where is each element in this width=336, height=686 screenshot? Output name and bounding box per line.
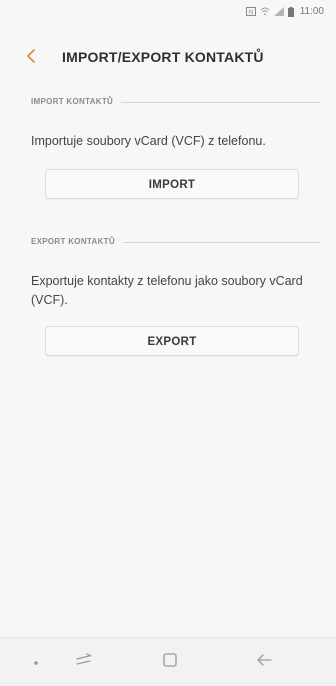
export-button[interactable]: EXPORT [45,326,299,356]
wifi-icon [260,7,270,16]
page-title: IMPORT/EXPORT KONTAKTŮ [62,49,264,65]
signal-icon [273,7,284,16]
import-description: Importuje soubory vCard (VCF) z telefonu… [31,134,266,148]
import-button[interactable]: IMPORT [45,169,299,199]
back-button[interactable] [22,46,42,66]
nfc-icon: N [245,7,256,16]
import-section-heading: IMPORT KONTAKTŮ [31,96,122,108]
status-icons: N 11:00 [245,6,324,17]
svg-text:N: N [249,10,253,16]
navigation-bar [0,637,336,686]
home-button[interactable] [158,650,182,674]
battery-icon [287,6,294,17]
status-bar: N 11:00 [0,0,336,28]
system-back-button[interactable] [252,650,276,674]
recent-apps-button[interactable] [72,650,96,674]
import-section: IMPORT KONTAKTŮ Importuje soubory vCard … [0,96,336,199]
home-icon [162,652,178,673]
export-description: Exportuje kontakty z telefonu jako soubo… [31,274,303,307]
export-section-heading: EXPORT KONTAKTŮ [31,236,123,248]
back-arrow-icon [255,652,273,673]
status-time: 11:00 [299,6,324,17]
nav-dot-button[interactable] [24,650,48,674]
import-section-header: IMPORT KONTAKTŮ [31,96,320,110]
export-section-header: EXPORT KONTAKTŮ [31,236,320,250]
recent-apps-icon [74,652,94,673]
dot-icon [33,653,39,671]
screen: N 11:00 IMPORT/EXPORT KONTAKTŮ IMPORT KO… [0,0,336,686]
app-bar: IMPORT/EXPORT KONTAKTŮ [0,36,336,80]
chevron-left-icon [22,49,42,70]
export-section: EXPORT KONTAKTŮ Exportuje kontakty z tel… [0,236,336,356]
